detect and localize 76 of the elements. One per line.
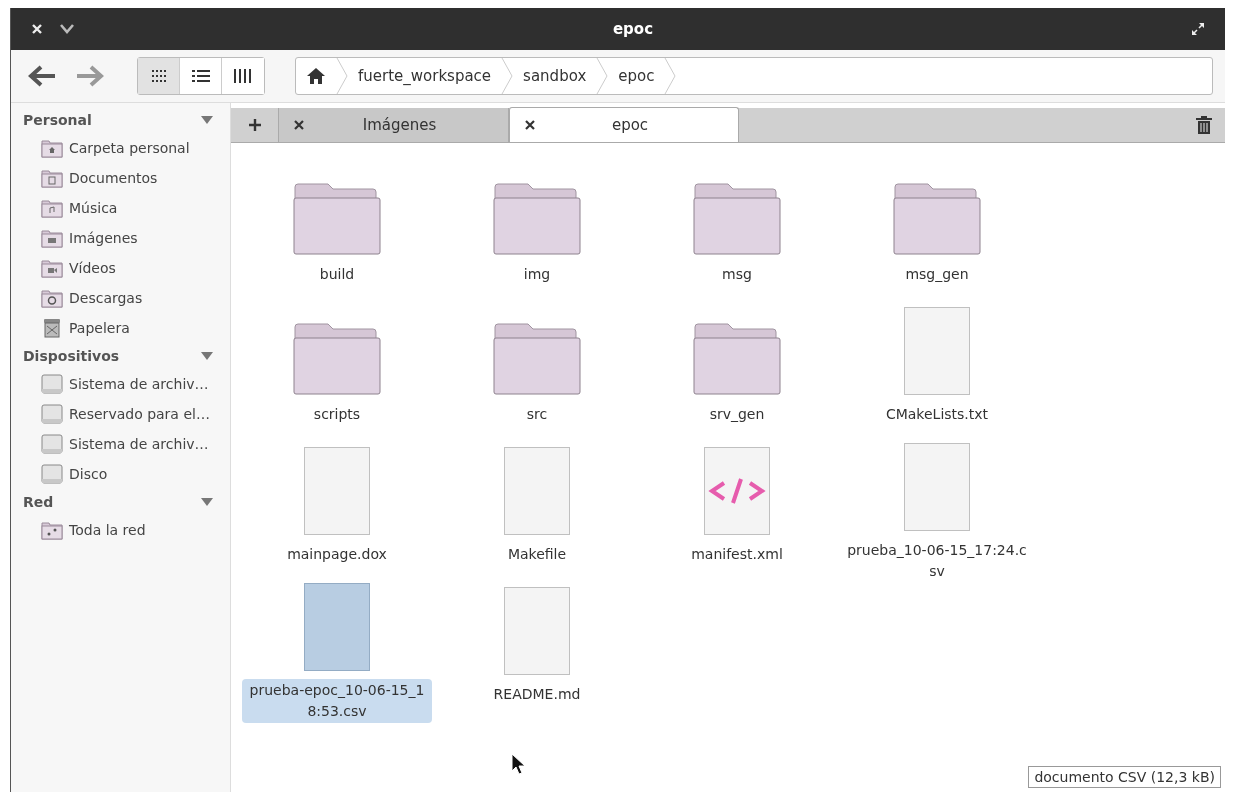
file-icon [504,447,570,535]
file-name[interactable]: src [442,403,632,426]
sidebar-item[interactable]: Sistema de archiv… [69,436,209,452]
file-name[interactable]: srv_gen [642,403,832,426]
drive-icon [41,464,63,484]
window-title: epoc [611,20,655,38]
home-icon[interactable] [306,67,326,85]
close-icon[interactable] [524,119,536,131]
sidebar-item[interactable]: Música [69,200,118,216]
drive-icon [41,374,63,394]
file-name[interactable]: README.md [442,683,632,706]
chevron-down-icon[interactable] [59,23,75,35]
tab[interactable]: Imágenes [279,108,509,142]
sidebar-item[interactable]: Disco [69,466,108,482]
file-name[interactable]: prueba-epoc_10-06-15_18:53.csv [242,679,432,723]
maximize-icon[interactable] [1191,22,1205,36]
videos-folder-icon [41,258,63,278]
grid-view-icon [150,69,167,83]
tab[interactable]: epoc [509,107,739,142]
view-mode-button[interactable] [180,58,222,94]
view-mode-button[interactable] [222,58,264,94]
breadcrumb[interactable]: epoc [608,67,665,85]
drive-icon [41,434,63,454]
sidebar-item[interactable]: Toda la red [69,522,146,538]
sidebar-heading: Red [23,494,54,510]
breadcrumb[interactable]: sandbox [513,67,597,85]
plus-icon[interactable] [247,118,262,132]
collapse-arrow-icon[interactable] [200,351,214,361]
sidebar-item[interactable]: Descargas [69,290,143,306]
view-mode-button[interactable] [138,58,180,94]
file-name[interactable]: build [242,263,432,286]
breadcrumb[interactable]: fuerte_workspace [348,67,502,85]
tooltip: documento CSV (12,3 kB) [1028,766,1221,788]
music-folder-icon [41,198,63,218]
file-icon [304,447,370,535]
sidebar-heading: Dispositivos [23,348,120,364]
file-name[interactable]: img [442,263,632,286]
file-icon [904,307,970,395]
file-name[interactable]: msg [642,263,832,286]
pictures-folder-icon [41,228,63,248]
collapse-arrow-icon[interactable] [200,115,214,125]
list-view-icon [191,69,210,83]
file-name[interactable]: CMakeLists.txt [842,403,1032,426]
documents-folder-icon [41,168,63,188]
downloads-folder-icon [41,288,63,308]
chevron-separator-icon [664,58,677,94]
sidebar-item[interactable]: Papelera [69,320,130,336]
chevron-separator-icon [596,58,609,94]
chevron-separator-icon [501,58,514,94]
close-icon[interactable] [293,119,305,131]
file-name[interactable]: Makefile [442,543,632,566]
trash-icon [41,318,63,338]
chevron-separator-icon [336,58,348,94]
sidebar-item[interactable]: Imágenes [69,230,138,246]
sidebar-item[interactable]: Vídeos [69,260,116,276]
sidebar-item[interactable]: Sistema de archiv… [69,376,209,392]
file-icon [504,587,570,675]
mouse-pointer-icon [511,753,527,775]
trash-icon[interactable] [1195,115,1213,135]
sidebar-item[interactable]: Reservado para el… [69,406,210,422]
network-folder-icon [41,520,63,540]
sidebar-item[interactable]: Documentos [69,170,158,186]
file-name[interactable]: scripts [242,403,432,426]
file-name[interactable]: mainpage.dox [242,543,432,566]
file-icon [904,443,970,531]
columns-view-icon [234,69,252,83]
file-name[interactable]: msg_gen [842,263,1032,286]
collapse-arrow-icon[interactable] [200,497,214,507]
home-folder-icon [41,138,63,158]
sidebar-item[interactable]: Carpeta personal [69,140,190,156]
file-name[interactable]: prueba_10-06-15_17:24.csv [842,539,1032,583]
sidebar-heading: Personal [23,112,92,128]
file-icon [304,583,370,671]
drive-icon [41,404,63,424]
file-name[interactable]: manifest.xml [642,543,832,566]
code-file-icon [704,447,770,535]
